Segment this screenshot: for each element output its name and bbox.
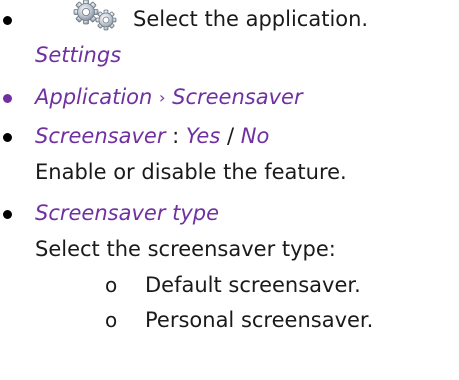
option-slash: / (226, 124, 235, 148)
option-yes: Yes (185, 124, 221, 148)
list-item-select-application: Select the application. (0, 0, 459, 34)
bullet (3, 4, 15, 34)
path-application: Application (35, 85, 153, 109)
settings-gears-icon (69, 0, 125, 32)
settings-gears-svg (73, 0, 117, 31)
option-default-screensaver: Default screensaver. (145, 273, 361, 297)
bullet (3, 198, 15, 228)
sub-list-item-default: o Default screensaver. (0, 270, 459, 300)
option-no: No (240, 124, 270, 148)
screensaver-type-name: Screensaver type (35, 201, 220, 225)
select-application-text: Select the application. (133, 7, 369, 31)
list-item-application-path: Application › Screensaver (0, 82, 459, 112)
path-separator-icon: › (159, 88, 166, 107)
sub-bullet: o (105, 273, 118, 297)
option-personal-screensaver: Personal screensaver. (145, 308, 374, 332)
settings-app-name: Settings (35, 43, 122, 67)
sub-bullet: o (105, 308, 118, 332)
enable-disable-description: Enable or disable the feature. (35, 160, 347, 184)
list-item-screensaver-toggle: Screensaver : Yes / No (0, 121, 459, 151)
setting-name: Screensaver (35, 124, 166, 148)
sub-list-item-personal: o Personal screensaver. (0, 305, 459, 335)
list-item-screensaver-type: Screensaver type (0, 198, 459, 228)
setting-colon: : (172, 124, 180, 148)
select-type-description: Select the screensaver type: (35, 237, 336, 261)
instruction-list: Select the application. Settings Applica… (0, 0, 459, 380)
bullet (3, 82, 15, 112)
path-screensaver: Screensaver (172, 85, 303, 109)
screensaver-setting: Screensaver : Yes / No (35, 121, 269, 151)
bullet (3, 121, 15, 151)
menu-path: Application › Screensaver (35, 82, 303, 114)
